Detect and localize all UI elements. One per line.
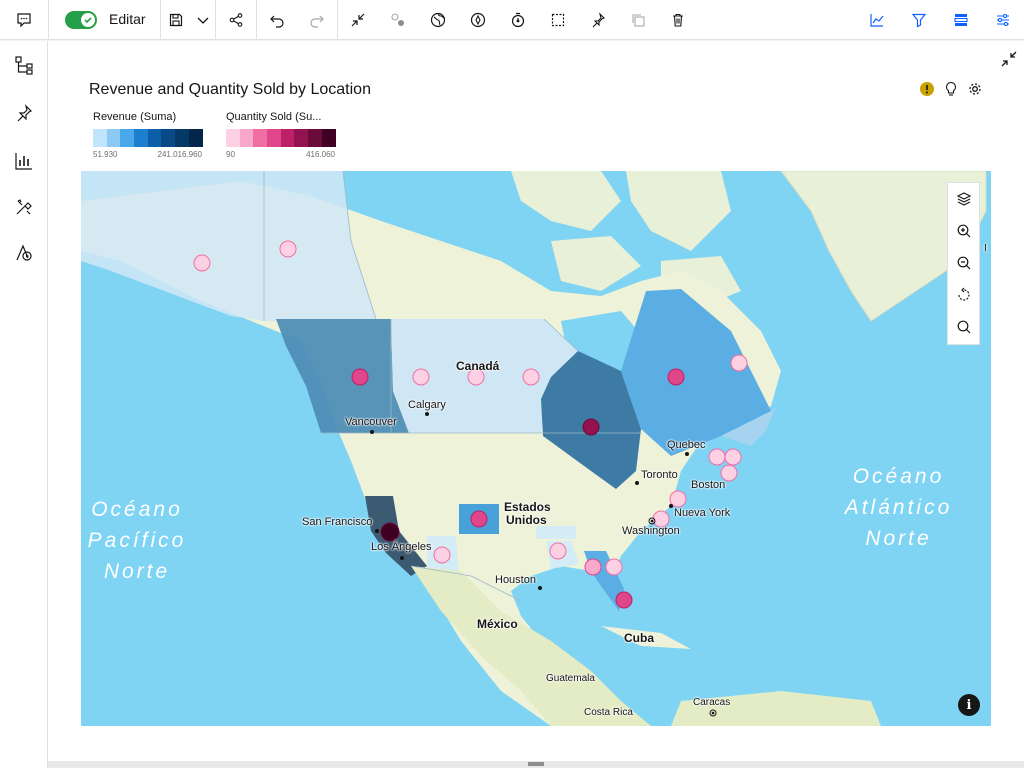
label-washington: Washington [622,525,680,537]
collapse-icon[interactable] [999,49,1019,69]
label-usa-line2: Unidos [506,513,547,527]
revenue-legend-min: 51.930 [93,150,118,159]
revenue-swatch [93,129,107,147]
label-guatemala: Guatemala [546,673,595,684]
quantity-swatch [239,129,254,147]
label-mexico: México [477,617,518,631]
edit-mode-label: Editar [109,11,146,27]
quantity-swatch [226,129,240,147]
relationship-icon[interactable] [378,0,418,40]
label-toronto: Toronto [641,469,678,481]
delete-icon[interactable] [658,0,698,40]
pin-icon[interactable] [578,0,618,40]
label-costa-rica: Costa Rica [584,707,633,718]
revenue-swatch [134,129,148,147]
top-toolbar: Editar [0,0,1024,40]
reset-view-icon[interactable] [948,279,980,311]
select-region-icon[interactable] [538,0,578,40]
dashboard-canvas: Revenue and Quantity Sold by Location Re… [48,41,1024,761]
quantity-swatch [267,129,281,147]
pin-icon[interactable] [4,93,44,133]
quantity-color-scale [226,129,336,147]
tools-icon[interactable] [4,187,44,227]
label-canada: Canadá [456,359,500,373]
chart-icon[interactable] [857,0,897,40]
label-atlantic-line1: Océano [852,465,945,488]
map-view[interactable]: Canadá Estados Unidos México Cuba Guatem… [81,171,991,726]
revenue-swatch [147,129,162,147]
quantity-swatch [253,129,268,147]
layers-icon[interactable] [948,183,980,215]
label-pacific-ocean: Océano Pacífico Norte [81,494,193,587]
collapse-arrows-icon[interactable] [338,0,378,40]
quantity-legend-max: 416.060 [306,150,335,159]
copy-icon[interactable] [618,0,658,40]
chevron-down-icon[interactable] [190,0,216,40]
label-quebec: Quebec [667,439,706,451]
zoom-out-icon[interactable] [948,247,980,279]
quantity-legend-min: 90 [226,150,235,159]
quantity-legend: Quantity Sold (Su... 90 416.060 [226,111,336,159]
label-boston: Boston [691,479,726,491]
label-usa-line1: Estados [504,500,551,514]
quantity-swatch [294,129,309,147]
quantity-swatch [280,129,295,147]
info-icon[interactable]: i [958,694,980,716]
resize-grip[interactable] [528,762,544,766]
label-pacific-line1: Océano [91,498,183,521]
label-calgary: Calgary [408,399,446,411]
label-los-angeles: Los Ángeles [371,541,432,553]
warning-icon[interactable] [917,79,937,99]
revenue-legend-title: Revenue (Suma) [93,111,177,123]
assistant-icon[interactable] [4,233,44,273]
zoom-in-icon[interactable] [948,215,980,247]
redo-icon[interactable] [297,0,337,40]
map-canvas [81,171,991,726]
revenue-color-scale [93,129,203,147]
label-new-york: Nueva York [674,507,731,519]
data-tree-icon[interactable] [4,45,44,85]
revenue-swatch [188,129,203,147]
comments-icon[interactable] [4,0,44,40]
lightbulb-icon[interactable] [941,79,961,99]
edit-mode-toggle[interactable] [65,11,97,29]
revenue-swatch [106,129,121,147]
save-icon[interactable] [160,0,192,40]
quantity-swatch [308,129,322,147]
undo-icon[interactable] [257,0,297,40]
revenue-swatch [161,129,176,147]
visualizations-icon[interactable] [4,141,44,181]
check-icon [81,13,95,27]
label-vancouver: Vancouver [345,416,397,428]
label-cuba: Cuba [624,631,654,645]
revenue-legend: Revenue (Suma) 51.930 241.016.960 [93,111,203,159]
filter-icon[interactable] [899,0,939,40]
widget-title: Revenue and Quantity Sold by Location [89,81,371,98]
settings-icon[interactable] [965,79,985,99]
quantity-swatch [321,129,336,147]
timer-icon[interactable] [498,0,538,40]
map-controls [947,182,980,345]
label-caracas: Caracas [693,697,731,708]
label-atlantic-line2: Atlántico [844,496,953,519]
label-pacific-line3: Norte [103,560,171,583]
toolbar-divider [48,0,49,40]
revenue-swatch [120,129,135,147]
label-houston: Houston [495,574,536,586]
quantity-legend-title: Quantity Sold (Su... [226,111,322,123]
left-sidebar [0,41,48,768]
label-atlantic-ocean: Océano Atlántico Norte [821,461,976,554]
revenue-swatch [175,129,189,147]
label-atlantic-line3: Norte [865,527,932,550]
label-edge: I [984,243,987,254]
globe-icon[interactable] [418,0,458,40]
share-icon[interactable] [216,0,256,40]
label-pacific-line2: Pacífico [87,529,187,552]
revenue-legend-max: 241.016.960 [157,150,203,159]
label-san-francisco: San Francisco [302,516,373,528]
properties-icon[interactable] [983,0,1023,40]
data-table-icon[interactable] [941,0,981,40]
search-icon[interactable] [948,311,980,343]
compass-icon[interactable] [458,0,498,40]
